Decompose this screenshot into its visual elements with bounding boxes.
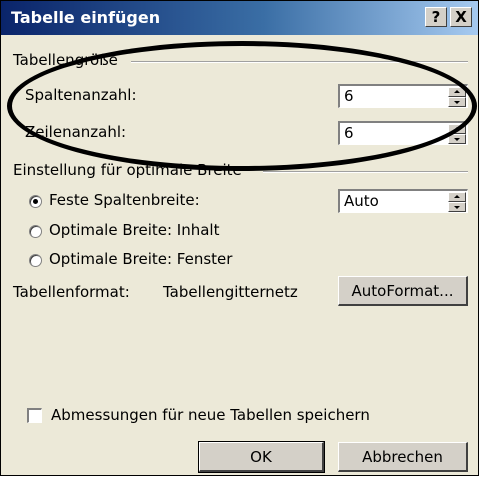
- autofit-window-label[interactable]: Optimale Breite: Fenster: [49, 250, 232, 268]
- autofit-divider: [263, 171, 468, 173]
- fixed-width-label[interactable]: Feste Spaltenbreite:: [49, 191, 200, 209]
- table-size-group-label: Tabellengröße: [13, 51, 118, 69]
- autofit-group-label: Einstellung für optimale Breite: [13, 161, 242, 179]
- rows-label: Zeilenanzahl:: [25, 123, 127, 141]
- columns-up-arrow-icon[interactable]: [448, 87, 466, 97]
- fixed-width-down-arrow-icon[interactable]: [448, 202, 466, 212]
- rows-down-arrow-icon[interactable]: [448, 134, 466, 144]
- title-bar[interactable]: Tabelle einfügen ? X: [1, 1, 478, 35]
- autofit-content-label[interactable]: Optimale Breite: Inhalt: [49, 221, 219, 239]
- fixed-width-up-arrow-icon[interactable]: [448, 192, 466, 202]
- help-button[interactable]: ?: [425, 7, 447, 27]
- table-format-label: Tabellenformat:: [13, 283, 130, 301]
- fixed-width-value[interactable]: Auto: [344, 192, 379, 210]
- cancel-button[interactable]: Abbrechen: [338, 442, 468, 472]
- ok-button[interactable]: OK: [198, 441, 325, 473]
- columns-value[interactable]: 6: [344, 87, 354, 105]
- table-format-value: Tabellengitternetz: [163, 283, 298, 301]
- fixed-width-spinner[interactable]: Auto: [338, 189, 468, 213]
- columns-spinner[interactable]: 6: [338, 84, 468, 108]
- columns-down-arrow-icon[interactable]: [448, 97, 466, 107]
- rows-value[interactable]: 6: [344, 124, 354, 142]
- autoformat-button[interactable]: AutoFormat...: [338, 276, 468, 306]
- fixed-width-radio[interactable]: [29, 195, 42, 208]
- autofit-window-radio[interactable]: [29, 254, 42, 267]
- table-size-divider: [131, 61, 468, 63]
- columns-label: Spaltenanzahl:: [25, 86, 137, 104]
- rows-spinner[interactable]: 6: [338, 121, 468, 145]
- remember-dimensions-label[interactable]: Abmessungen für neue Tabellen speichern: [51, 406, 370, 424]
- remember-dimensions-checkbox[interactable]: [27, 408, 42, 423]
- close-button[interactable]: X: [450, 7, 472, 27]
- dialog-title: Tabelle einfügen: [11, 8, 161, 27]
- autofit-content-radio[interactable]: [29, 225, 42, 238]
- insert-table-dialog: Tabelle einfügen ? X Tabellengröße Spalt…: [0, 0, 479, 476]
- rows-up-arrow-icon[interactable]: [448, 124, 466, 134]
